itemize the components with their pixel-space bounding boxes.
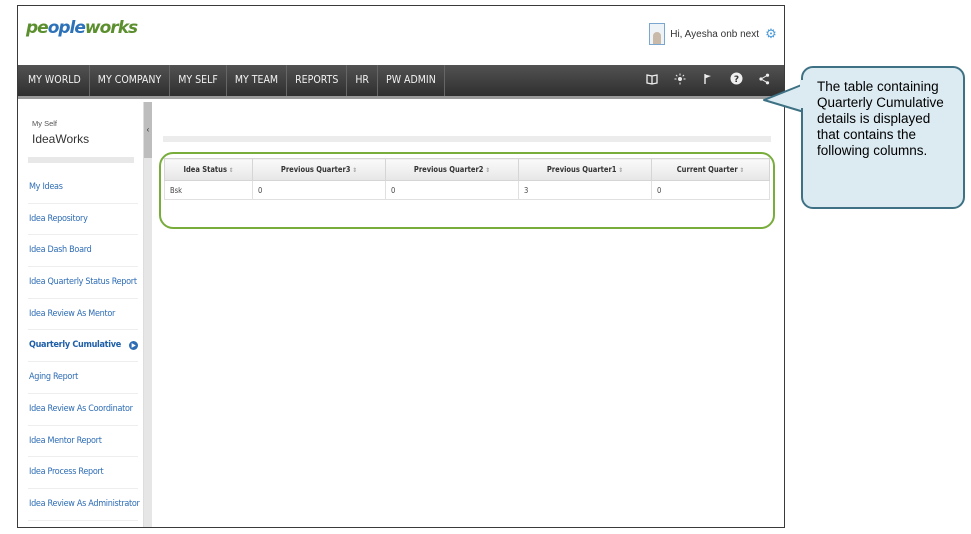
nav-item-my-team[interactable]: MY TEAM: [227, 65, 288, 96]
table-highlight: Idea Status ⇕ Previous Quarter3 ⇕ Previous Q…: [159, 152, 775, 229]
sort-icon[interactable]: ⇕: [618, 167, 623, 174]
content-header-bar: [163, 136, 771, 142]
logo-part-3: works: [84, 18, 138, 38]
sidebar: My Self IdeaWorks My Ideas Idea Repositor…: [18, 102, 144, 527]
table-header-row: Idea Status ⇕ Previous Quarter3 ⇕ Previous Q…: [164, 158, 771, 181]
sort-icon[interactable]: ⇕: [740, 167, 745, 174]
column-header[interactable]: Idea Status ⇕: [164, 158, 253, 181]
sidebar-item-label: Idea Repository: [29, 213, 88, 224]
svg-text:?: ?: [733, 75, 738, 85]
help-icon[interactable]: ?: [722, 65, 750, 96]
top-header: peopleworks Hi, Ayesha onb next ⚙: [18, 6, 784, 65]
sidebar-scrollbar[interactable]: [144, 102, 152, 527]
callout-text: The table containing Quarterly Cumulativ…: [817, 79, 944, 158]
app-window: peopleworks Hi, Ayesha onb next ⚙ MY WOR…: [17, 5, 785, 528]
sort-icon[interactable]: ⇕: [229, 167, 234, 174]
nav-items: MY WORLD MY COMPANY MY SELF MY TEAM REPORTS H…: [18, 65, 445, 96]
column-header-label: Idea Status: [183, 165, 227, 174]
gear-icon[interactable]: ⚙: [764, 27, 778, 41]
sidebar-item-label: Idea Review As Coordinator: [29, 403, 133, 414]
sidebar-item-label: Idea Mentor Report: [29, 435, 102, 446]
column-header[interactable]: Previous Quarter3 ⇕: [251, 158, 386, 181]
peopleworks-logo[interactable]: peopleworks: [26, 18, 138, 38]
logo-part-1: pe: [26, 18, 49, 38]
lightbulb-icon[interactable]: [666, 65, 694, 96]
column-header[interactable]: Previous Quarter1 ⇕: [517, 158, 652, 181]
sidebar-item-label: Quarterly Cumulative: [29, 340, 121, 351]
sidebar-item-label: Idea Process Report: [29, 467, 104, 478]
sort-icon[interactable]: ⇕: [353, 167, 358, 174]
breadcrumb[interactable]: My Self: [32, 119, 57, 128]
sidebar-item-idea-review-as-coordinator[interactable]: Idea Review As Coordinator: [28, 394, 138, 426]
nav-item-my-company[interactable]: MY COMPANY: [90, 65, 171, 96]
column-header[interactable]: Current Quarter ⇕: [650, 158, 771, 181]
user-avatar-icon[interactable]: [649, 23, 666, 45]
table-body: Bsk 0 0 3 0: [164, 180, 771, 200]
active-arrow-icon: ▶: [129, 341, 138, 351]
main-nav: MY WORLD MY COMPANY MY SELF MY TEAM REPORTS H…: [18, 65, 784, 99]
sidebar-item-idea-mentor-report[interactable]: Idea Mentor Report: [28, 426, 138, 458]
sidebar-item-aging-report[interactable]: Aging Report: [28, 362, 138, 394]
nav-item-my-self[interactable]: MY SELF: [170, 65, 227, 96]
nav-item-pw-admin[interactable]: PW ADMIN: [378, 65, 445, 96]
book-icon[interactable]: [638, 65, 666, 96]
sidebar-collapse-handle[interactable]: ‹: [144, 102, 152, 158]
nav-item-my-world[interactable]: MY WORLD: [18, 65, 90, 96]
user-area: Hi, Ayesha onb next ⚙: [649, 23, 778, 45]
sidebar-item-quarterly-cumulative[interactable]: Quarterly Cumulative ▶: [28, 330, 138, 363]
nav-item-reports[interactable]: REPORTS: [287, 65, 348, 96]
column-header-label: Previous Quarter3: [280, 165, 351, 174]
sidebar-item-label: Aging Report: [29, 372, 78, 383]
section-title: IdeaWorks: [32, 132, 90, 146]
user-greeting[interactable]: Hi, Ayesha onb next: [670, 29, 759, 40]
table-row: Bsk 0 0 3 0: [164, 180, 771, 200]
sidebar-item-label: Idea Review As Administrator: [29, 498, 140, 509]
main-content: Idea Status ⇕ Previous Quarter3 ⇕ Previous Q…: [152, 102, 784, 527]
table-cell: Bsk: [164, 180, 253, 200]
table-cell: 0: [384, 180, 519, 200]
sidebar-divider: [28, 157, 134, 163]
sidebar-item-my-ideas[interactable]: My Ideas: [28, 172, 138, 204]
nav-item-hr[interactable]: HR: [347, 65, 378, 96]
sidebar-item-idea-review-as-administrator[interactable]: Idea Review As Administrator: [28, 489, 140, 521]
callout-seam: [800, 80, 806, 108]
sidebar-item-label: Idea Dash Board: [29, 245, 92, 256]
sidebar-item-label: Idea Review As Mentor: [29, 308, 116, 319]
table-cell: 3: [517, 180, 652, 200]
annotation-callout: The table containing Quarterly Cumulativ…: [801, 66, 965, 209]
sidebar-item-idea-repository[interactable]: Idea Repository: [28, 204, 138, 236]
sidebar-item-label: Idea Quarterly Status Report: [29, 277, 137, 288]
sidebar-item-label: My Ideas: [29, 182, 63, 192]
column-header-label: Previous Quarter2: [413, 165, 484, 174]
sidebar-item-idea-dash-board[interactable]: Idea Dash Board: [28, 235, 138, 268]
column-header[interactable]: Previous Quarter2 ⇕: [384, 158, 519, 181]
column-header-label: Current Quarter: [676, 165, 738, 174]
sidebar-menu: My Ideas Idea Repository Idea Dash Board Id…: [28, 172, 140, 521]
sort-icon[interactable]: ⇕: [486, 167, 491, 174]
sidebar-item-idea-process-report[interactable]: Idea Process Report: [28, 457, 138, 489]
quarterly-cumulative-table: Idea Status ⇕ Previous Quarter3 ⇕ Previous Q…: [164, 158, 771, 200]
flag-icon[interactable]: [694, 65, 722, 96]
sidebar-item-idea-quarterly-status-report[interactable]: Idea Quarterly Status Report: [28, 267, 138, 299]
nav-icon-group: ?: [638, 65, 778, 96]
table-cell: 0: [650, 180, 771, 200]
column-header-label: Previous Quarter1: [546, 165, 617, 174]
sidebar-item-idea-review-as-mentor[interactable]: Idea Review As Mentor: [28, 299, 138, 331]
table-cell: 0: [251, 180, 386, 200]
logo-part-2: ople: [47, 18, 86, 38]
